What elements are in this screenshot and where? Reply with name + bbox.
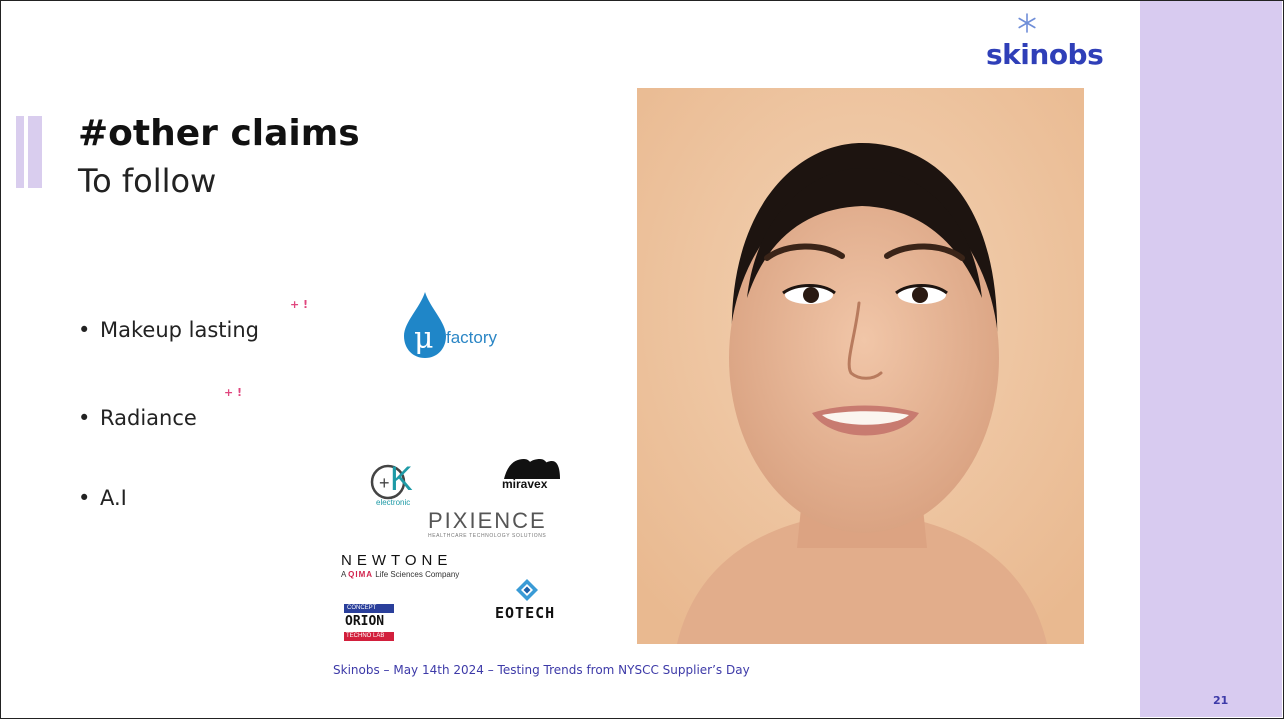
accent-bar-right [28, 116, 42, 188]
snowflake-icon [1018, 13, 1036, 33]
eotech-text: EOTECH [495, 604, 556, 622]
portrait-illustration [637, 88, 1084, 644]
bullet-text: Makeup lasting [100, 318, 259, 342]
slide-footer: Skinobs – May 14th 2024 – Testing Trends… [333, 663, 750, 677]
newtone-tagline-a: A [341, 570, 346, 579]
orion-bottom-text: TECHNO LAB [346, 633, 385, 639]
portrait-photo [637, 88, 1084, 644]
orion-top-text: CONCEPT [347, 605, 377, 611]
newtone-tagline-qima: QIMA [348, 570, 374, 579]
page-number: 21 [1213, 694, 1229, 707]
bullet-text: A.I [100, 486, 127, 510]
bullet-radiance: Radiance [78, 406, 197, 430]
ck-letter: K [390, 460, 413, 498]
ck-subtext: electronic [376, 498, 411, 507]
miravex-mark-icon [504, 459, 560, 479]
water-drop-icon: μ [404, 292, 446, 358]
svg-text:μ: μ [414, 321, 434, 356]
ufactory-text: factory [446, 328, 498, 347]
slide-title: #other claims [78, 113, 360, 154]
pixience-tagline: HEALTHCARE TECHNOLOGY SOLUTIONS [428, 533, 547, 539]
diamond-icon [516, 579, 538, 601]
svg-text:+: + [379, 473, 390, 493]
newtone-logo: NEWTONE A QIMA Life Sciences Company [341, 552, 491, 584]
newtone-tagline: A QIMA Life Sciences Company [341, 570, 459, 579]
accent-bar-left [16, 116, 24, 188]
newtone-text: NEWTONE [341, 552, 453, 569]
ufactory-logo: μ factory [400, 290, 530, 360]
skinobs-wordmark: skinobs [986, 38, 1104, 71]
skinobs-logo: skinobs [986, 12, 1104, 71]
orion-top-band: CONCEPT [344, 604, 394, 613]
bullet-text: Radiance [100, 406, 197, 430]
slide-subtitle: To follow [78, 162, 217, 200]
eotech-logo: EOTECH [493, 578, 565, 624]
plus-exclaim-badge: + ! [224, 386, 243, 399]
miravex-text: miravex [502, 477, 548, 491]
miravex-logo: miravex [500, 457, 562, 493]
orion-main-text: ORION [345, 614, 385, 629]
bullet-ai: A.I [78, 486, 127, 510]
concept-orion-logo: CONCEPT ORION TECHNO LAB [344, 604, 394, 644]
ck-electronic-logo: + K electronic [368, 460, 428, 516]
orion-bottom-band: TECHNO LAB [344, 632, 394, 641]
bullet-makeup-lasting: Makeup lasting [78, 318, 259, 342]
plus-exclaim-badge: + ! [290, 298, 309, 311]
right-sidebar [1140, 1, 1282, 717]
newtone-tagline-b: Life Sciences Company [375, 570, 460, 579]
pixience-text: PIXIENCE [428, 508, 547, 533]
pixience-logo: PIXIENCE HEALTHCARE TECHNOLOGY SOLUTIONS [426, 508, 566, 542]
